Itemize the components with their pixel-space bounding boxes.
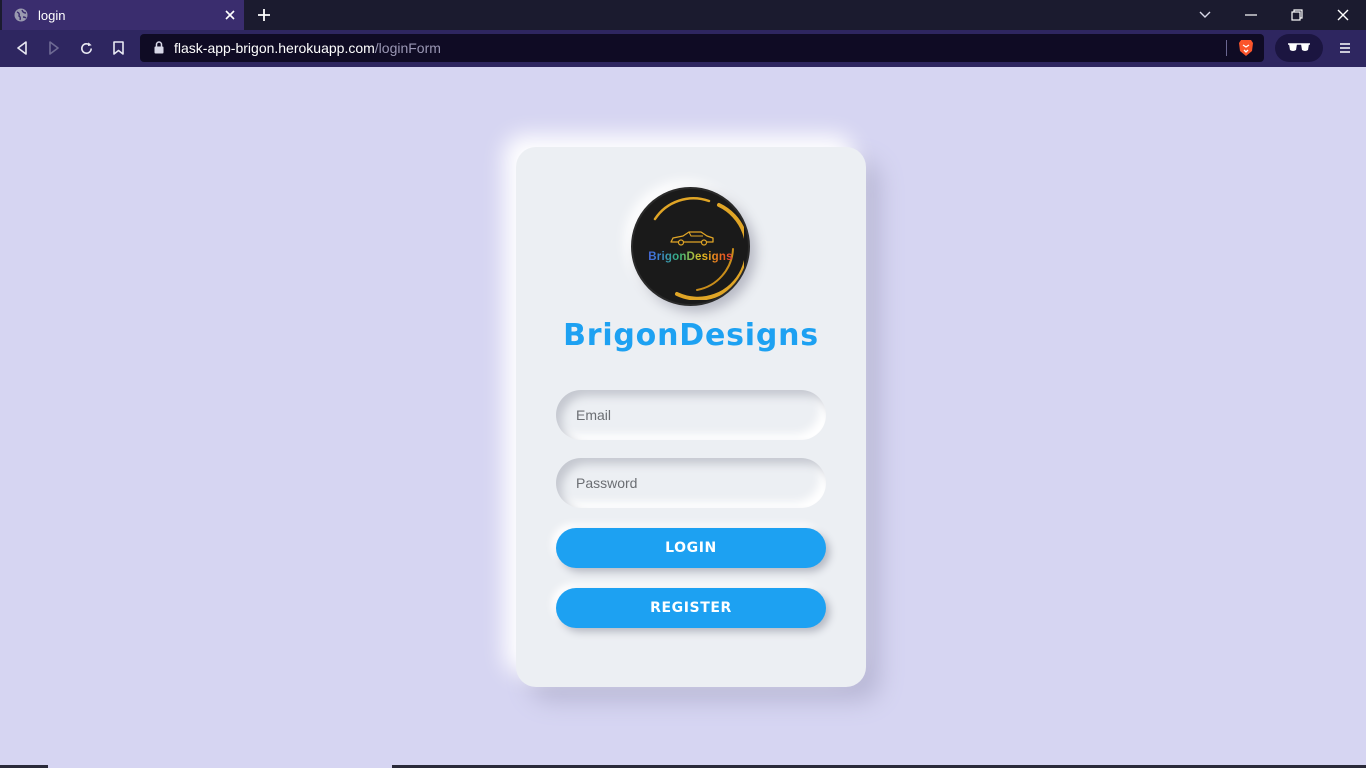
close-window-icon[interactable] <box>1320 0 1366 30</box>
login-button[interactable]: LOGIN <box>556 528 826 568</box>
register-button[interactable]: REGISTER <box>556 588 826 628</box>
brave-shield-icon[interactable] <box>1238 39 1254 57</box>
close-icon[interactable] <box>218 3 242 27</box>
lock-icon[interactable] <box>154 41 166 55</box>
address-bar[interactable]: flask-app-brigon.herokuapp.com/loginForm <box>140 34 1264 62</box>
menu-icon[interactable] <box>1333 36 1357 60</box>
forward-icon[interactable] <box>41 36 67 60</box>
car-icon <box>670 231 714 246</box>
back-icon[interactable] <box>9 36 35 60</box>
address-separator <box>1226 40 1227 56</box>
brand-title: BrigonDesigns <box>563 318 819 353</box>
tab-strip: login <box>0 0 1366 30</box>
browser-tab[interactable]: login <box>2 0 244 30</box>
extension-button[interactable] <box>1275 34 1323 62</box>
bookmark-icon[interactable] <box>105 36 131 60</box>
email-field[interactable] <box>556 390 826 440</box>
chevron-down-icon[interactable] <box>1182 0 1228 30</box>
url-host: flask-app-brigon.herokuapp.com <box>174 40 375 56</box>
restore-icon[interactable] <box>1274 0 1320 30</box>
minimize-icon[interactable] <box>1228 0 1274 30</box>
brand-logo: BrigonDesigns <box>631 187 750 306</box>
sunglasses-icon <box>1288 43 1310 53</box>
tab-title: login <box>38 7 66 23</box>
browser-toolbar: flask-app-brigon.herokuapp.com/loginForm <box>0 30 1366 67</box>
reload-icon[interactable] <box>73 36 99 60</box>
plus-icon[interactable] <box>252 3 276 27</box>
password-field[interactable] <box>556 458 826 508</box>
globe-icon <box>14 8 28 22</box>
url-path: /loginForm <box>374 40 441 56</box>
logo-text: BrigonDesigns <box>633 251 748 263</box>
login-card: BrigonDesigns BrigonDesigns LOGIN REGIST… <box>516 147 866 687</box>
